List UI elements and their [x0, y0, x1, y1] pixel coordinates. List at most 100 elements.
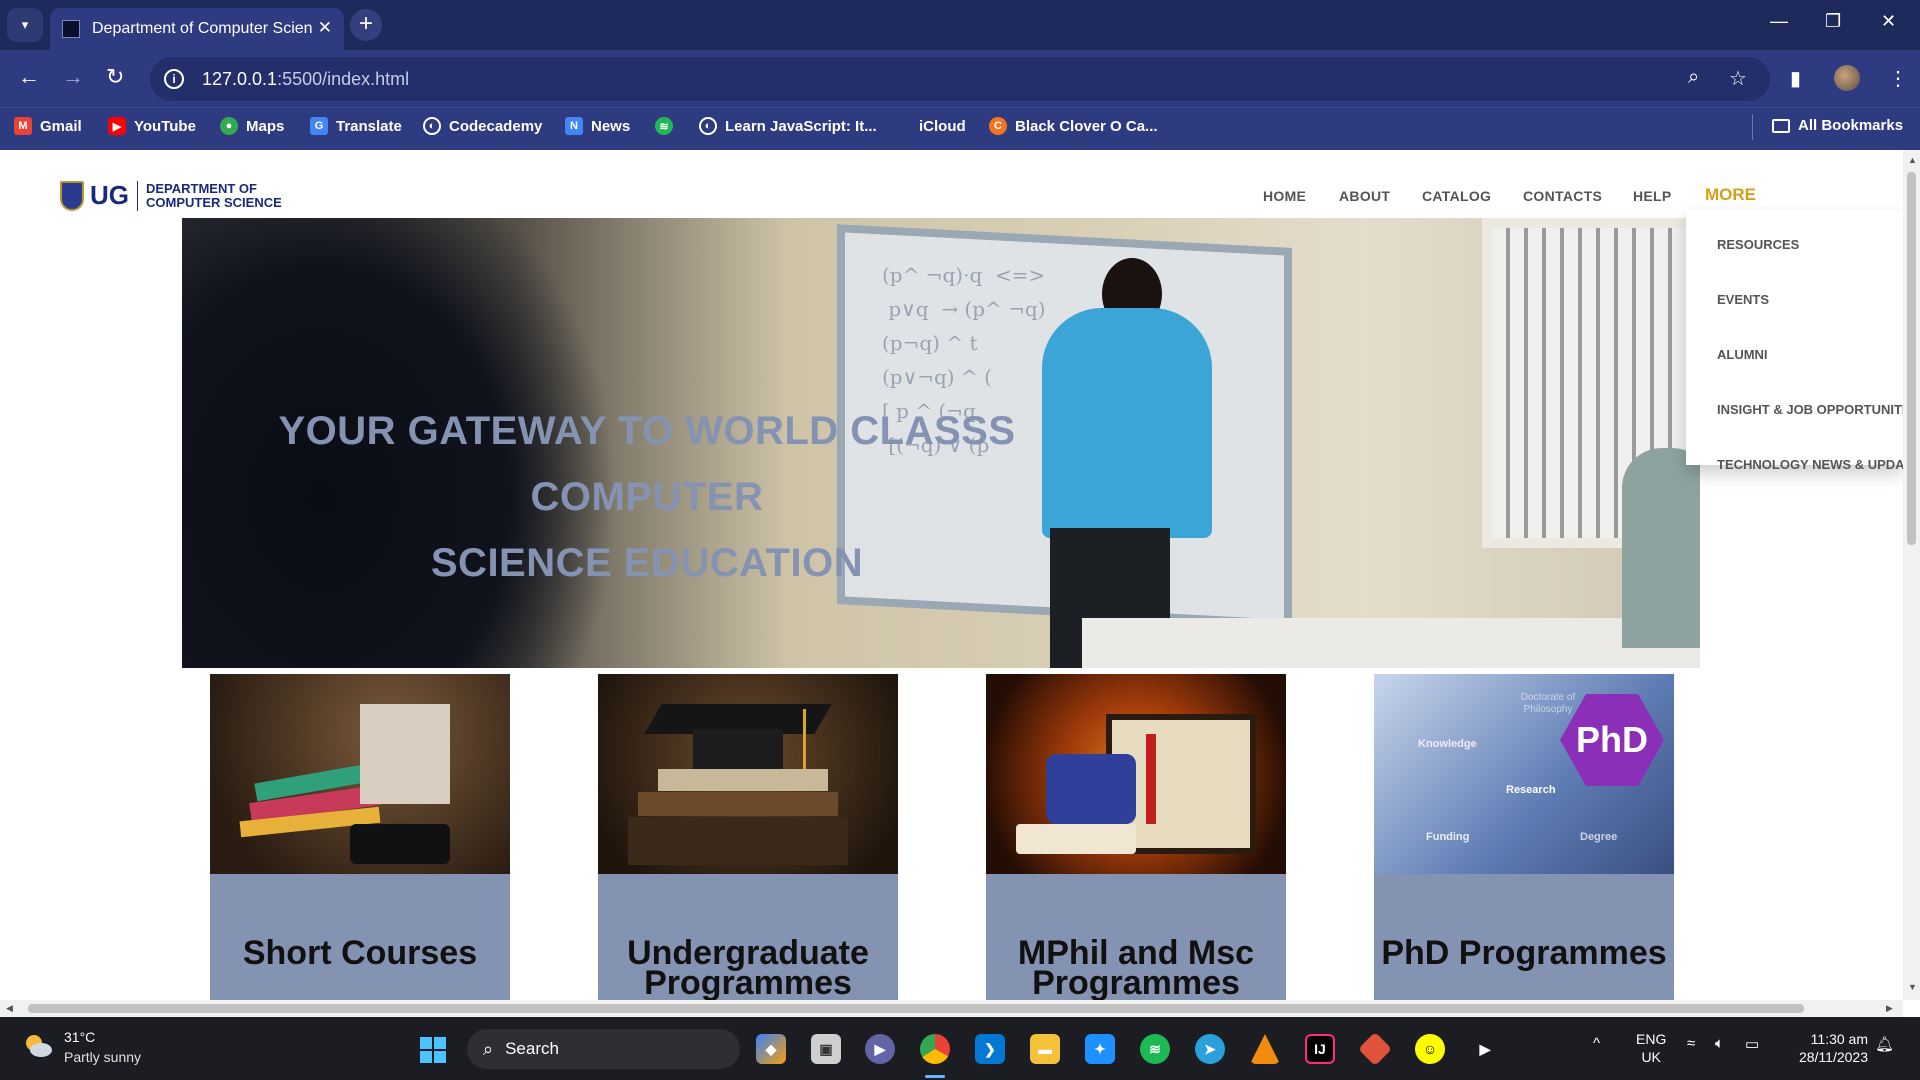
minimize-icon[interactable]: — — [1770, 11, 1788, 32]
bookmark-label: Translate — [336, 117, 402, 135]
card-phd[interactable]: Doctorate of Philosophy Knowledge Resear… — [1374, 674, 1674, 1000]
books-image — [210, 674, 510, 874]
zoom-icon[interactable]: ⌕ — [1688, 66, 1699, 89]
input-language[interactable]: ENG UK — [1636, 1030, 1666, 1066]
bookmark-maps[interactable]: ● Maps — [220, 117, 284, 135]
nav-help[interactable]: HELP — [1633, 188, 1672, 204]
browser-tab[interactable]: Department of Computer Science ✕ — [50, 8, 344, 50]
site-info-icon[interactable]: i — [164, 69, 184, 89]
spotify-icon: ≋ — [655, 117, 673, 135]
vlc-icon[interactable] — [1250, 1034, 1280, 1064]
back-icon[interactable]: ← — [18, 64, 40, 90]
hero-headline-line1: YOUR GATEWAY TO WORLD CLASSS COMPUTER — [278, 409, 1016, 519]
bookmark-label: News — [591, 117, 631, 135]
scroll-up-icon[interactable]: ▲ — [1908, 155, 1917, 165]
new-tab-button[interactable]: + — [350, 9, 382, 41]
weather-description[interactable]: Partly sunny — [64, 1049, 141, 1065]
nav-about[interactable]: ABOUT — [1339, 188, 1390, 204]
reload-icon[interactable]: ↻ — [106, 64, 124, 90]
dropdown-resources[interactable]: RESOURCES — [1717, 237, 1799, 252]
scroll-right-icon[interactable]: ▶ — [1886, 1003, 1893, 1014]
vertical-scrollbar[interactable]: ▲ ▼ — [1903, 150, 1920, 1000]
close-tab-icon[interactable]: ✕ — [318, 18, 332, 38]
dropdown-insight-jobs[interactable]: INSIGHT & JOB OPPORTUNITIES — [1717, 402, 1903, 417]
nav-catalog[interactable]: CATALOG — [1422, 188, 1491, 204]
tab-search-button[interactable]: ▾ — [7, 8, 43, 42]
bookmark-label: Learn JavaScript: It... — [725, 117, 877, 135]
dropdown-tech-news[interactable]: TECHNOLOGY NEWS & UPDATES — [1717, 457, 1903, 472]
active-app-indicator — [925, 1075, 945, 1078]
clock-date: 28/11/2023 — [1798, 1049, 1868, 1065]
chrome-icon[interactable] — [920, 1034, 950, 1064]
nav-contacts[interactable]: CONTACTS — [1523, 188, 1602, 204]
nav-home[interactable]: HOME — [1263, 188, 1306, 204]
all-bookmarks-button[interactable]: All Bookmarks — [1772, 117, 1903, 134]
weather-temperature[interactable]: 31°C — [64, 1029, 95, 1045]
card-label-box: Short Courses — [210, 874, 510, 1000]
restore-icon[interactable]: ❐ — [1825, 11, 1841, 32]
bookmark-learn-javascript[interactable]: ◐ Learn JavaScript: It... — [699, 117, 877, 135]
git-icon[interactable] — [1358, 1032, 1392, 1066]
taskbar-search[interactable]: ⌕ Search — [467, 1029, 740, 1069]
phd-hexagon-image: Doctorate of Philosophy Knowledge Resear… — [1374, 674, 1674, 874]
vertical-scroll-thumb[interactable] — [1907, 172, 1916, 545]
phd-img-text: Research — [1506, 784, 1556, 796]
task-view-icon[interactable]: ▣ — [811, 1034, 841, 1064]
horizontal-scroll-thumb[interactable] — [28, 1004, 1804, 1013]
side-panel-icon[interactable]: ▮ — [1790, 66, 1801, 91]
vscode-icon[interactable]: ❯ — [975, 1034, 1005, 1064]
app-store-icon[interactable]: ✦ — [1085, 1034, 1115, 1064]
scroll-left-icon[interactable]: ◀ — [6, 1003, 13, 1014]
card-undergraduate[interactable]: Undergraduate Programmes — [598, 674, 898, 1000]
globe-icon: ◐ — [699, 117, 717, 135]
intellij-icon[interactable]: IJ — [1305, 1034, 1335, 1064]
wifi-icon[interactable]: ≈ — [1687, 1035, 1695, 1052]
bookmark-gmail[interactable]: M Gmail — [14, 117, 82, 135]
show-hidden-icons-icon[interactable]: ^ — [1593, 1035, 1600, 1052]
system-clock[interactable]: 11:30 am 28/11/2023 — [1788, 1030, 1868, 1066]
bookmark-news[interactable]: N News — [565, 117, 630, 135]
bookmark-translate[interactable]: G Translate — [310, 117, 402, 135]
bookmark-icloud[interactable]: iCloud — [893, 117, 966, 135]
nav-more[interactable]: MORE — [1705, 185, 1756, 205]
address-bar[interactable]: i 127.0.0.1:5500/index.html — [150, 57, 1770, 101]
partly-sunny-icon[interactable] — [22, 1031, 54, 1059]
bookmark-star-icon[interactable]: ☆ — [1729, 66, 1747, 91]
battery-icon[interactable]: ▭ — [1745, 1035, 1759, 1053]
menu-kebab-icon[interactable]: ⋮ — [1888, 66, 1908, 91]
card-label-box: PhD Programmes — [1374, 874, 1674, 1000]
logo-department-text: DEPARTMENT OF COMPUTER SCIENCE — [146, 181, 282, 210]
windows-start-icon[interactable] — [420, 1037, 446, 1063]
translate-icon: G — [310, 117, 328, 135]
scroll-down-icon[interactable]: ▼ — [1908, 982, 1917, 992]
dropdown-alumni[interactable]: ALUMNI — [1717, 347, 1768, 362]
card-mphil-msc[interactable]: MPhil and Msc Programmes — [986, 674, 1286, 1000]
dropdown-events[interactable]: EVENTS — [1717, 292, 1769, 307]
site-logo[interactable]: UG DEPARTMENT OF COMPUTER SCIENCE — [60, 180, 282, 211]
notification-bell-icon[interactable]: 🔔︎ — [1875, 1035, 1894, 1053]
bookmark-spotify[interactable]: ≋ — [655, 117, 681, 135]
card-short-courses[interactable]: Short Courses — [210, 674, 510, 1000]
horizontal-scrollbar[interactable]: ◀ ▶ — [0, 1000, 1903, 1017]
file-explorer-icon[interactable]: ▬ — [1030, 1034, 1060, 1064]
copilot-icon[interactable]: ◆ — [756, 1034, 786, 1064]
bookmark-label: YouTube — [134, 117, 196, 135]
bookmark-youtube[interactable]: ▶ YouTube — [108, 117, 196, 135]
forward-icon[interactable]: → — [62, 64, 84, 90]
snapchat-icon[interactable]: ☺ — [1415, 1034, 1445, 1064]
profile-avatar[interactable] — [1834, 65, 1860, 91]
spotify-icon[interactable]: ≋ — [1140, 1034, 1170, 1064]
hero-desk — [1082, 618, 1700, 668]
close-window-icon[interactable]: ✕ — [1881, 11, 1896, 32]
taskbar-search-placeholder: Search — [505, 1039, 559, 1058]
volume-icon[interactable]: 🔈︎ — [1715, 1035, 1724, 1052]
media-player-icon[interactable]: ▶ — [1470, 1034, 1500, 1064]
bookmark-codecademy[interactable]: ◐ Codecademy — [423, 117, 542, 135]
ug-crest-icon — [60, 180, 84, 211]
bookmark-black-clover[interactable]: C Black Clover O Ca... — [989, 117, 1158, 135]
telegram-icon[interactable]: ➤ — [1195, 1034, 1225, 1064]
teams-chat-icon[interactable]: ▶ — [865, 1034, 895, 1064]
logo-divider — [137, 180, 138, 211]
bookmark-label: Codecademy — [449, 117, 543, 135]
logo-dept-line2: COMPUTER SCIENCE — [146, 194, 282, 210]
